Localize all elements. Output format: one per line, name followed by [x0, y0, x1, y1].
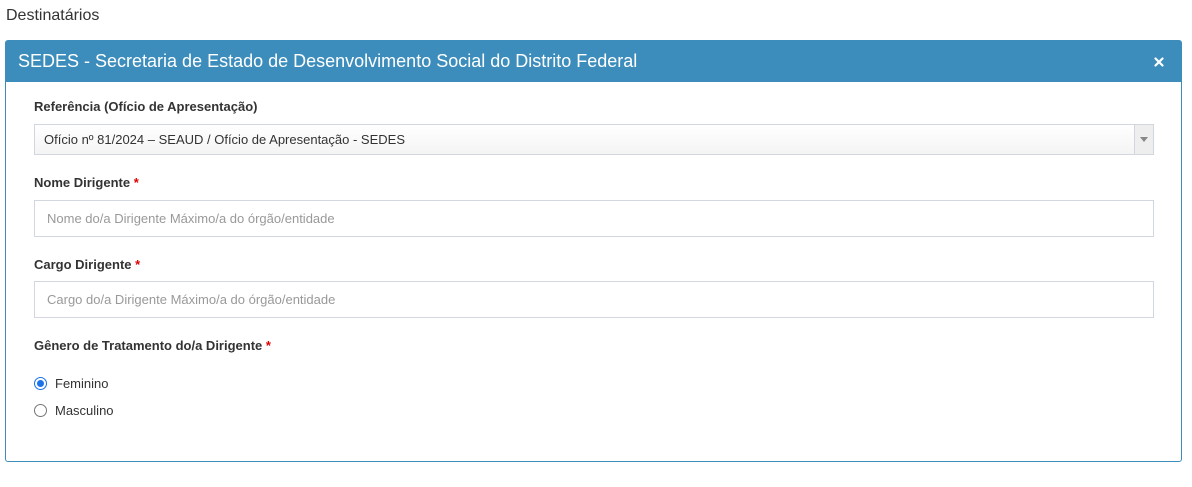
required-marker: *: [135, 257, 141, 272]
radio-masculino-label: Masculino: [55, 403, 114, 418]
radio-masculino[interactable]: Masculino: [34, 403, 114, 418]
referencia-select[interactable]: Ofício nº 81/2024 – SEAUD / Ofício de Ap…: [34, 124, 1154, 155]
referencia-label-text: Referência (Ofício de Apresentação): [34, 99, 258, 114]
section-title: Destinatários: [6, 7, 100, 24]
referencia-label: Referência (Ofício de Apresentação): [34, 99, 257, 114]
genero-label-text: Gênero de Tratamento do/a Dirigente: [34, 338, 263, 353]
destinatario-panel: SEDES - Secretaria de Estado de Desenvol…: [5, 40, 1182, 462]
radio-button-checked[interactable]: [34, 377, 47, 390]
radio-button-unchecked[interactable]: [34, 404, 47, 417]
caret-down-icon: [1140, 137, 1148, 142]
panel-title: SEDES - Secretaria de Estado de Desenvol…: [18, 51, 638, 71]
cargo-dirigente-input[interactable]: [34, 281, 1154, 318]
referencia-selected-value: Ofício nº 81/2024 – SEAUD / Ofício de Ap…: [44, 132, 405, 147]
cargo-dirigente-label-text: Cargo Dirigente: [34, 257, 132, 272]
nome-dirigente-label-text: Nome Dirigente: [34, 175, 131, 190]
required-marker: *: [133, 175, 139, 190]
close-icon: [1154, 56, 1164, 67]
cargo-dirigente-label: Cargo Dirigente *: [34, 257, 140, 272]
nome-dirigente-input[interactable]: [34, 200, 1154, 237]
radio-feminino-label: Feminino: [55, 376, 109, 391]
close-button[interactable]: [1151, 54, 1167, 70]
genero-label: Gênero de Tratamento do/a Dirigente *: [34, 338, 271, 353]
dropdown-arrow[interactable]: [1134, 125, 1153, 154]
nome-dirigente-label: Nome Dirigente *: [34, 175, 139, 190]
radio-feminino[interactable]: Feminino: [34, 376, 108, 391]
required-marker: *: [265, 338, 271, 353]
panel-header: SEDES - Secretaria de Estado de Desenvol…: [6, 41, 1181, 82]
